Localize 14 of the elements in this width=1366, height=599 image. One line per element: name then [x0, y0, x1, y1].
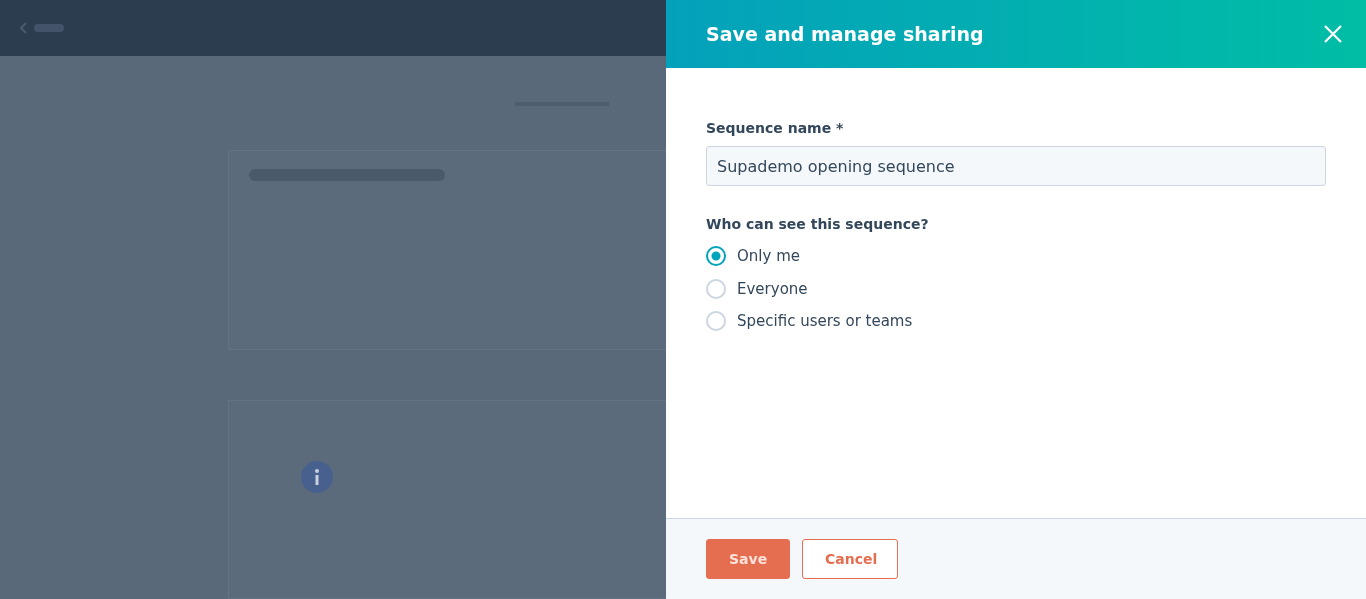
sequence-name-field[interactable]: Supademo opening sequence: [706, 146, 1326, 186]
field-label: Sequence name *: [706, 119, 845, 138]
chevron-left-icon: [20, 22, 28, 34]
option-label: Everyone: [737, 278, 808, 300]
field-label: Who can see this sequence?: [706, 215, 930, 234]
save-button[interactable]: Save: [706, 539, 790, 579]
cancel-button[interactable]: Cancel: [802, 539, 898, 579]
radio-button[interactable]: [706, 246, 726, 267]
radio-button[interactable]: [706, 311, 726, 332]
option-label: Only me: [737, 246, 800, 267]
option-label: Specific users or teams: [737, 311, 913, 332]
panel-title: Save and manage sharing: [706, 22, 984, 46]
radio-button[interactable]: [706, 278, 726, 299]
info-icon: [301, 461, 333, 493]
